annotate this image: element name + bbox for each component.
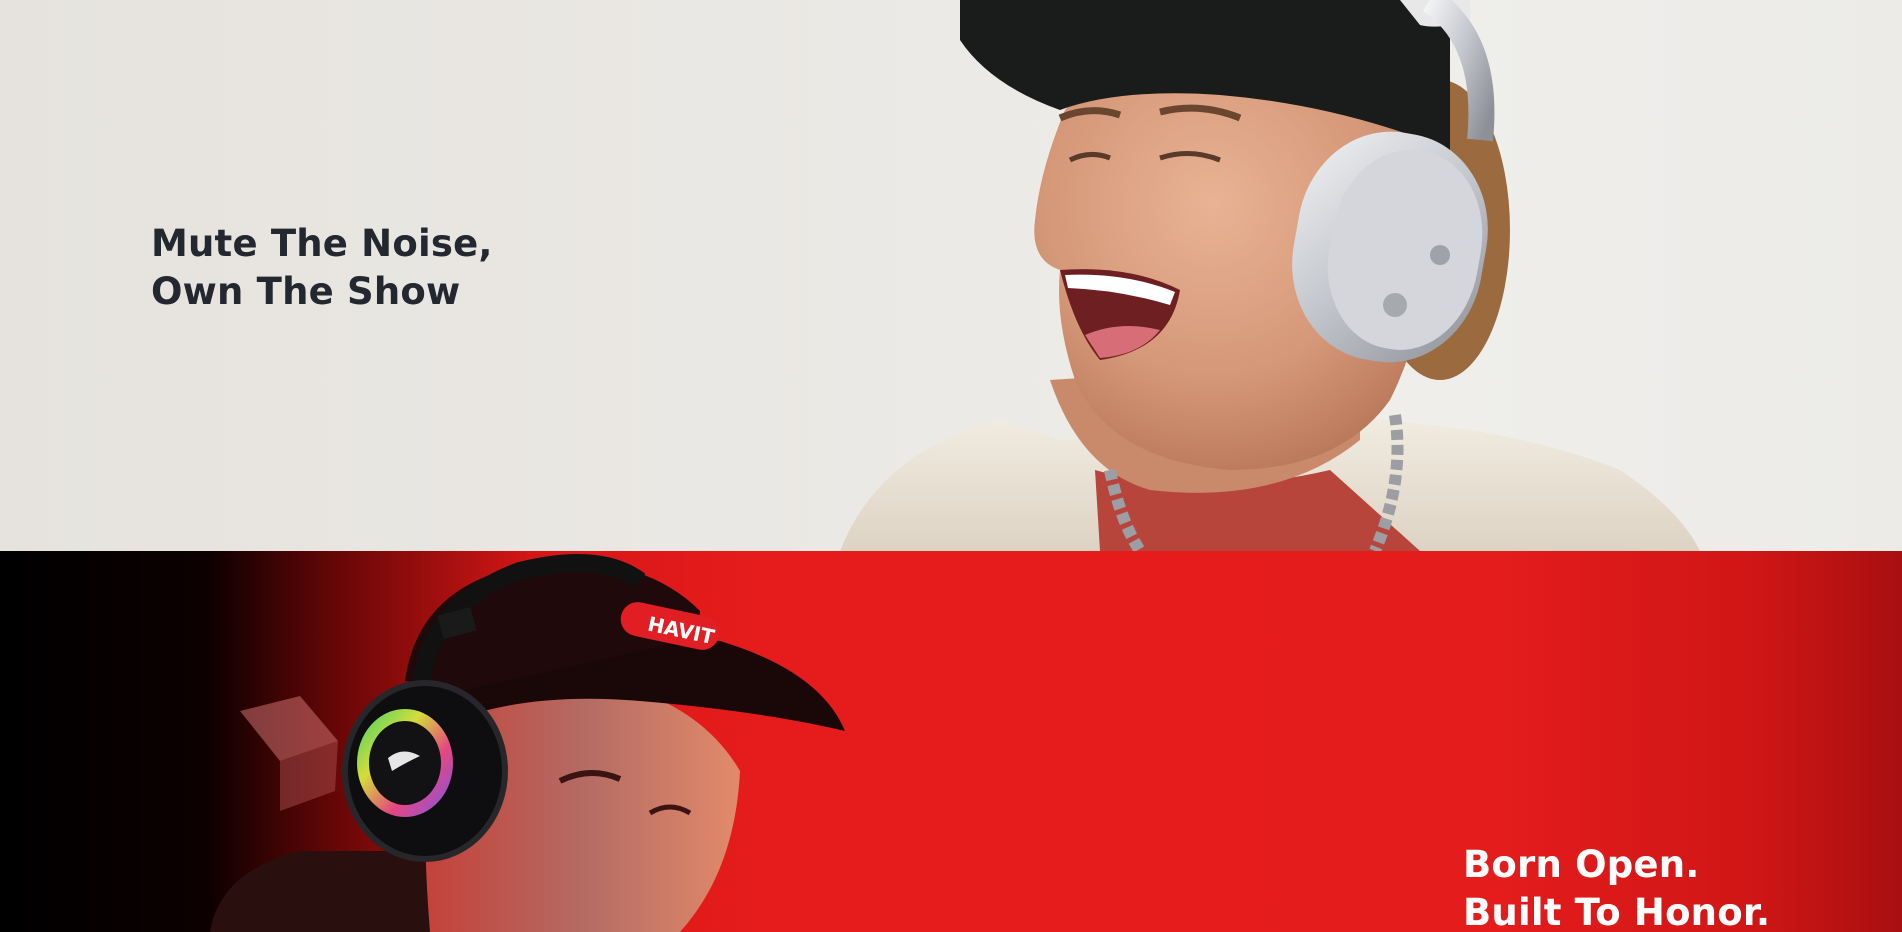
banner-headline: Born Open. Built To Honor.: [1463, 841, 1770, 932]
banner-headline-line2: Built To Honor.: [1463, 890, 1771, 932]
banner-headline-line1: Born Open.: [1463, 842, 1700, 886]
hero-banner-born-open[interactable]: HAVIT Born Open. Built To Honor.: [0, 551, 1902, 932]
page: Mute The Noise, Own The Show HAVIT Born …: [0, 0, 1902, 932]
man-with-silver-headphones-image: [840, 0, 1700, 551]
hero-banner-mute-the-noise[interactable]: Mute The Noise, Own The Show: [0, 0, 1902, 551]
